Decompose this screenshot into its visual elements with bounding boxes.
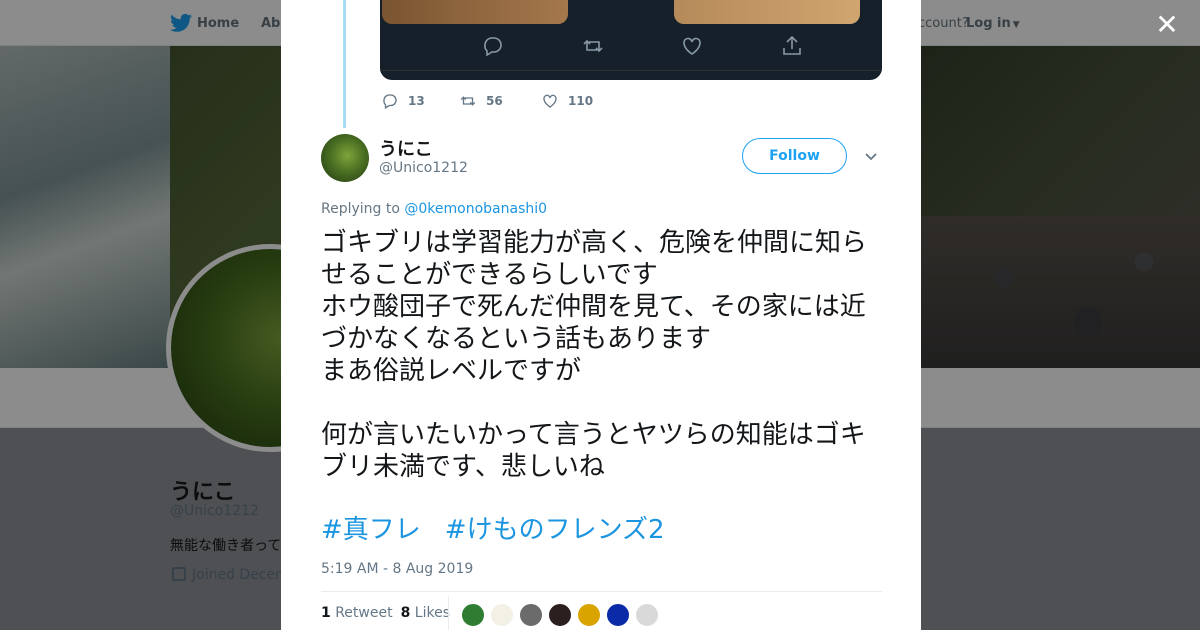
card-divider <box>380 70 882 71</box>
follow-button[interactable]: Follow <box>742 138 847 174</box>
like-count: 110 <box>568 94 594 108</box>
replying-to: Replying to @0kemonobanashi0 <box>321 201 547 217</box>
retweet-icon[interactable] <box>581 34 605 58</box>
tweet-modal: 13 56 110 うにこ @Unico1212 Follow Replying… <box>281 0 921 630</box>
yellow-red-avatar[interactable] <box>577 603 601 627</box>
tweet-timestamp[interactable]: 5:19 AM - 8 Aug 2019 <box>321 561 473 577</box>
reply-count: 13 <box>408 94 425 108</box>
stats-divider <box>321 591 882 592</box>
retweet-count: 56 <box>486 94 503 108</box>
tweet-text: ゴキブリは学習能力が高く、危険を仲間に知らせることができるらしいです ホウ酸団子… <box>321 228 868 482</box>
reply-icon <box>383 94 397 109</box>
retweet-stat[interactable]: 1 Retweet <box>321 605 393 621</box>
like-action[interactable]: 110 <box>541 92 593 110</box>
dark-anime-avatar[interactable] <box>548 603 572 627</box>
retweet-action[interactable]: 56 <box>459 92 503 110</box>
white-character-avatar[interactable] <box>490 603 514 627</box>
grey-anime-avatar[interactable] <box>519 603 543 627</box>
tweet-stats: 1 Retweet 8 Likes <box>321 605 450 621</box>
hashtag-list: #真フレ #けものフレンズ2 <box>321 514 689 546</box>
reply-action[interactable]: 13 <box>381 92 425 110</box>
likes-stat-count: 8 <box>400 605 411 621</box>
hashtag-link[interactable]: #けものフレンズ2 <box>445 515 665 545</box>
author-avatar[interactable] <box>321 134 369 182</box>
author-name[interactable]: うにこ <box>379 135 433 161</box>
reply-icon[interactable] <box>481 34 505 58</box>
author-handle[interactable]: @Unico1212 <box>379 160 468 176</box>
stats-separator <box>448 596 449 630</box>
cup-avatar[interactable] <box>635 603 659 627</box>
hashtag-link[interactable]: #真フレ <box>321 515 421 545</box>
green-character-avatar[interactable] <box>461 603 485 627</box>
close-icon[interactable]: ✕ <box>1152 10 1182 40</box>
retweet-stat-label: Retweet <box>335 605 393 621</box>
thread-line <box>343 0 346 128</box>
heart-icon[interactable] <box>680 34 704 58</box>
replying-prefix: Replying to <box>321 201 400 217</box>
blue-black-avatar[interactable] <box>606 603 630 627</box>
share-icon[interactable] <box>780 34 804 58</box>
retweet-stat-count: 1 <box>321 605 331 621</box>
likes-stat[interactable]: 8 Likes <box>401 605 450 621</box>
retweet-icon <box>460 96 476 106</box>
quoted-image-left[interactable] <box>382 0 568 24</box>
quoted-image-right[interactable] <box>674 0 860 24</box>
chevron-down-icon[interactable] <box>863 148 879 164</box>
replying-handle-link[interactable]: @0kemonobanashi0 <box>404 201 547 217</box>
likes-stat-label: Likes <box>414 605 450 621</box>
heart-icon <box>543 94 557 108</box>
